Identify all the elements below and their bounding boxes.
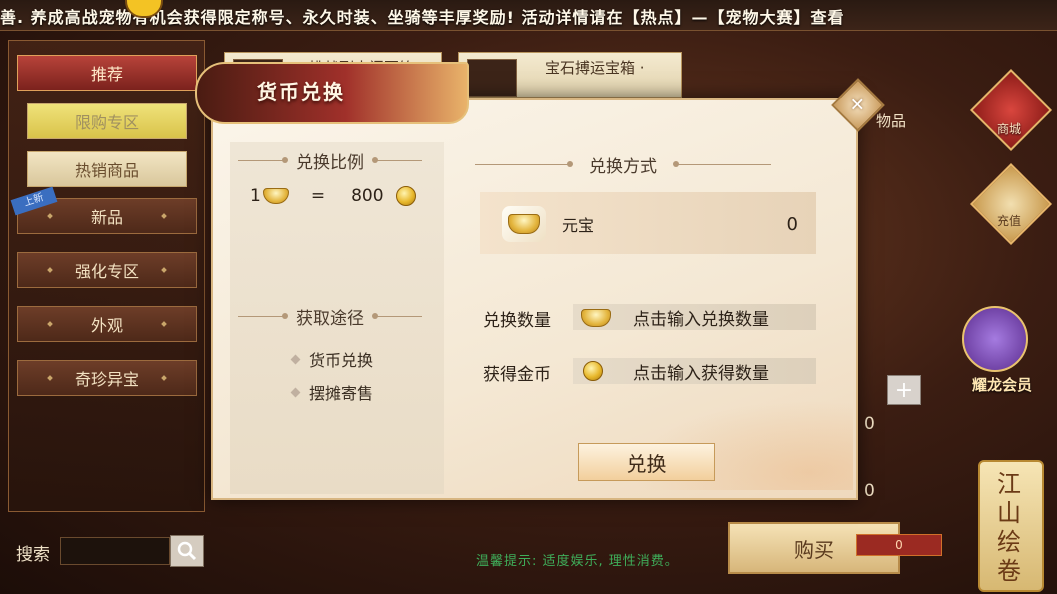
sidebar-item-recommend[interactable]: 推荐 bbox=[17, 55, 197, 91]
sidebar-item-enhance[interactable]: 强化专区 bbox=[17, 252, 197, 288]
total-value: 0 bbox=[864, 481, 875, 501]
shop-icon[interactable] bbox=[969, 68, 1053, 152]
divider-dot-icon bbox=[47, 267, 53, 273]
sidebar-item-label: 限购专区 bbox=[74, 113, 139, 132]
method-section-title: 兑换方式 bbox=[475, 152, 771, 177]
rate-title-text: 兑换比例 bbox=[296, 153, 364, 173]
vip-member-label: 耀龙会员 bbox=[972, 376, 1033, 394]
ingot-icon bbox=[262, 188, 289, 204]
qty-label: 兑换数量 bbox=[483, 311, 551, 331]
bullet-icon bbox=[290, 387, 301, 397]
scroll-event-label: 江山绘卷 bbox=[997, 470, 1021, 585]
gold-coin-icon bbox=[395, 186, 416, 206]
sidebar-item-label: 热销商品 bbox=[74, 161, 139, 180]
sidebar-item-label: 推荐 bbox=[90, 65, 123, 84]
sidebar-item-appearance[interactable]: 外观 bbox=[17, 306, 197, 342]
rate-equals: = bbox=[310, 186, 326, 206]
exchange-qty-placeholder: 点击输入兑换数量 bbox=[633, 309, 769, 330]
divider-dot-icon bbox=[161, 321, 167, 327]
recharge-icon[interactable] bbox=[969, 162, 1053, 246]
rate-left-value: 1 bbox=[250, 186, 261, 206]
divider-dot-icon bbox=[47, 213, 53, 219]
ingot-icon bbox=[581, 309, 611, 327]
sidebar-item-new[interactable]: 上新 新品 bbox=[10, 186, 197, 234]
sidebar-item-label: 强化专区 bbox=[74, 262, 139, 281]
search-icon bbox=[177, 541, 197, 561]
divider-dot-icon bbox=[47, 375, 53, 381]
divider-dot-icon bbox=[161, 267, 167, 273]
new-tag-badge: 上新 bbox=[10, 186, 58, 216]
bullet-icon bbox=[290, 354, 301, 364]
rate-section-title: 兑换比例 bbox=[238, 148, 422, 173]
method-option-ingot[interactable]: 元宝 0 bbox=[480, 192, 816, 254]
search-label: 搜索 bbox=[16, 545, 50, 565]
shop-card[interactable]: 宝石搏运宝箱 · bbox=[458, 52, 682, 98]
way-item-label: 货币兑换 bbox=[309, 351, 374, 370]
ways-section-title: 获取途径 bbox=[238, 304, 422, 329]
exchange-rate-row: 1 = 800 bbox=[250, 186, 416, 206]
search-button[interactable] bbox=[170, 535, 204, 567]
sidebar-item-treasure[interactable]: 奇珍异宝 bbox=[17, 360, 197, 396]
divider-dot-icon bbox=[161, 375, 167, 381]
way-item-label: 摆摊寄售 bbox=[309, 384, 374, 403]
exchange-button-label: 兑换 bbox=[626, 451, 667, 476]
divider-dot-icon bbox=[47, 321, 53, 327]
announcement-marquee: 善. 养成高战宠物有机会获得限定称号、永久时装、坐骑等丰厚奖励! 活动详情请在【… bbox=[0, 0, 1057, 31]
rate-right-value: 800 bbox=[351, 186, 384, 206]
sidebar-item-label: 新品 bbox=[90, 208, 123, 227]
dialog-title: 货币兑换 bbox=[257, 80, 345, 104]
sidebar-item-limited[interactable]: 限购专区 bbox=[27, 103, 187, 139]
sidebar-item-label: 外观 bbox=[90, 316, 123, 335]
currency-exchange-dialog: 货币兑换 ✕ 兑换比例 1 = 800 获取途径 货币兑换 摆摊寄售 兑换方式 … bbox=[195, 62, 885, 500]
price-badge: 0 bbox=[856, 534, 942, 556]
gold-label: 获得金币 bbox=[483, 365, 551, 385]
method-name: 元宝 bbox=[562, 216, 595, 235]
plus-button[interactable]: + bbox=[887, 375, 921, 405]
gold-qty-input[interactable]: 点击输入获得数量 bbox=[573, 358, 816, 384]
search-input[interactable] bbox=[60, 537, 170, 565]
method-title-text: 兑换方式 bbox=[589, 157, 657, 177]
divider-dot-icon bbox=[161, 213, 167, 219]
recharge-icon-label: 充值 bbox=[997, 214, 1022, 228]
close-icon: ✕ bbox=[850, 94, 866, 116]
shop-sidebar: 推荐 限购专区 热销商品 上新 新品 强化专区 外观 奇珍异宝 bbox=[8, 40, 205, 512]
dialog-header: 货币兑换 bbox=[195, 62, 469, 124]
plus-icon: + bbox=[894, 377, 914, 403]
items-label: 物品 bbox=[876, 112, 907, 130]
quantity-value: 0 bbox=[864, 414, 875, 434]
way-item-exchange[interactable]: 货币兑换 bbox=[290, 347, 374, 371]
sidebar-item-label: 奇珍异宝 bbox=[74, 370, 139, 389]
shop-card-title: 宝石搏运宝箱 · bbox=[545, 59, 645, 77]
way-item-stall[interactable]: 摆摊寄售 bbox=[290, 380, 374, 404]
gold-qty-placeholder: 点击输入获得数量 bbox=[633, 363, 769, 384]
sidebar-item-hot[interactable]: 热销商品 bbox=[27, 151, 187, 187]
ways-title-text: 获取途径 bbox=[296, 309, 364, 329]
info-panel: 兑换比例 1 = 800 获取途径 货币兑换 摆摊寄售 bbox=[230, 142, 444, 494]
vip-member-icon[interactable] bbox=[962, 306, 1028, 372]
gold-coin-icon bbox=[583, 361, 603, 381]
shop-icon-label: 商城 bbox=[997, 122, 1022, 136]
exchange-button[interactable]: 兑换 bbox=[578, 443, 715, 481]
consumption-tip: 温馨提示: 适度娱乐, 理性消费。 bbox=[476, 554, 679, 569]
item-thumbnail bbox=[467, 59, 517, 97]
ingot-icon bbox=[502, 206, 546, 242]
ingot-balance: 0 bbox=[786, 214, 798, 235]
buy-button-label: 购买 bbox=[794, 537, 834, 562]
exchange-qty-input[interactable]: 点击输入兑换数量 bbox=[573, 304, 816, 330]
